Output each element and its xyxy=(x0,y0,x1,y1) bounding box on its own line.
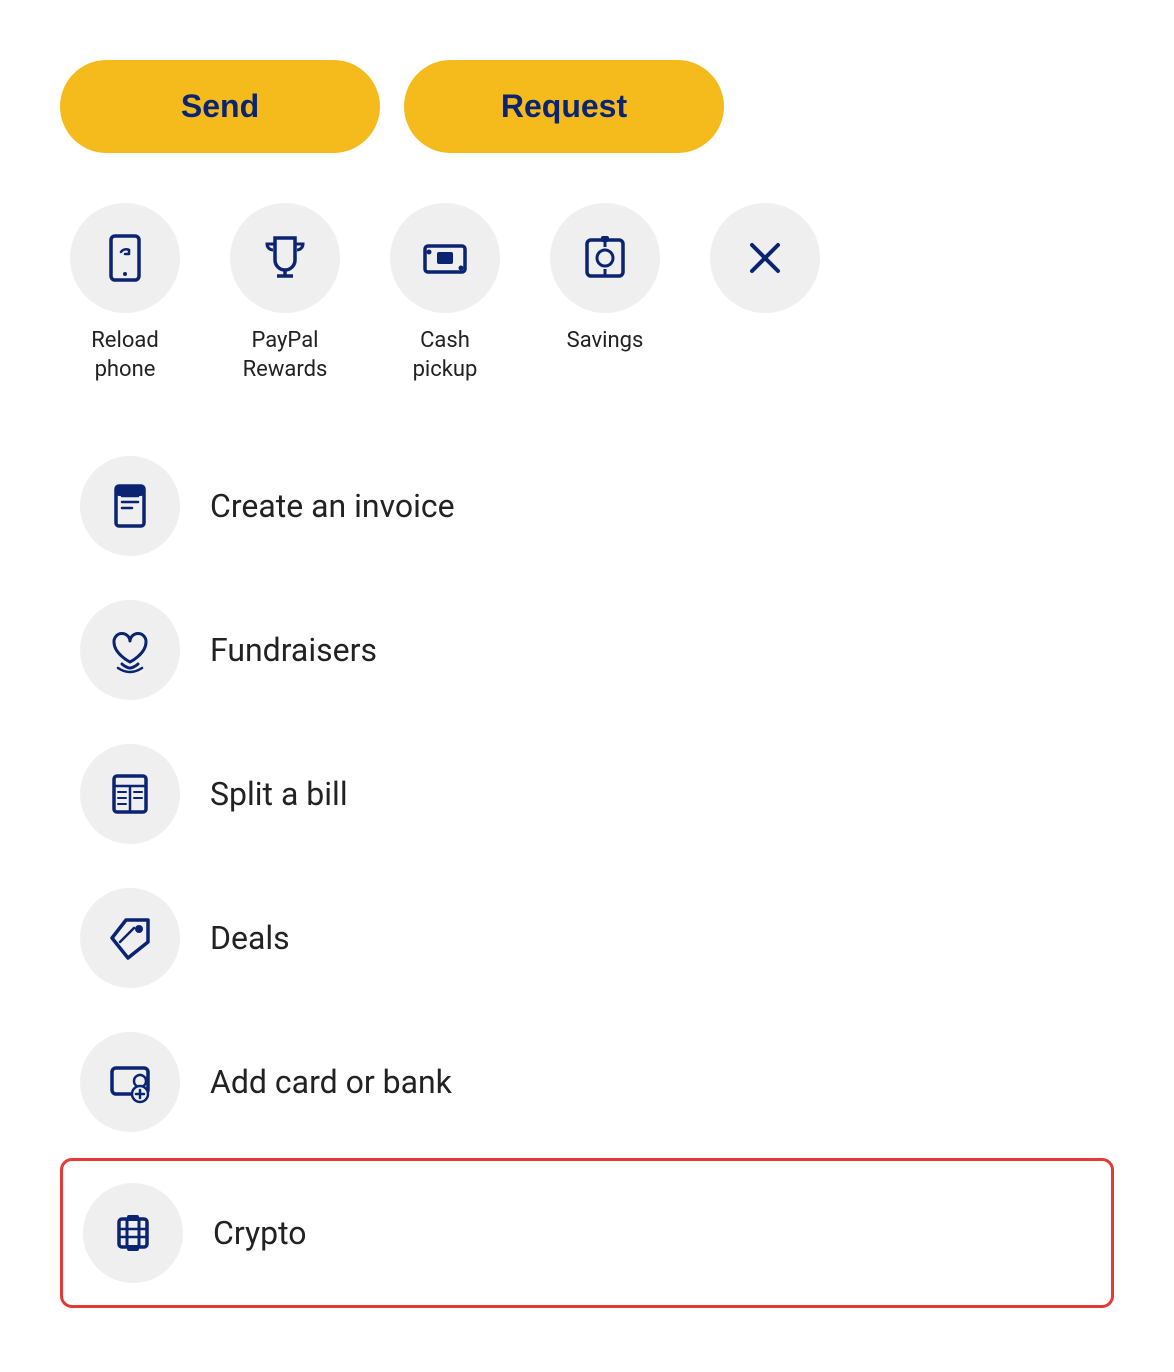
split-bill-icon xyxy=(106,770,154,818)
invoice-icon-circle xyxy=(80,456,180,556)
request-button[interactable]: Request xyxy=(404,60,724,153)
menu-item-deals[interactable]: Deals xyxy=(60,866,1114,1010)
close-icon xyxy=(742,235,788,281)
cash-pickup-label: Cashpickup xyxy=(413,327,478,384)
cash-pickup-icon-circle xyxy=(390,203,500,313)
add-card-bank-label: Add card or bank xyxy=(210,1063,452,1101)
create-invoice-label: Create an invoice xyxy=(210,487,455,525)
menu-list: Create an invoice Fundraisers xyxy=(60,434,1114,1312)
fundraisers-label: Fundraisers xyxy=(210,631,377,669)
menu-item-add-card-bank[interactable]: Add card or bank xyxy=(60,1010,1114,1154)
paypal-rewards-label: PayPalRewards xyxy=(243,327,328,384)
fundraisers-icon-circle xyxy=(80,600,180,700)
reload-phone-icon xyxy=(99,232,151,284)
split-bill-label: Split a bill xyxy=(210,775,348,813)
cash-pickup-icon xyxy=(419,232,471,284)
crypto-icon-circle xyxy=(83,1183,183,1283)
fundraisers-icon xyxy=(106,626,154,674)
paypal-rewards-icon-circle xyxy=(230,203,340,313)
quick-actions-row: Reloadphone PayPalRewards Cashpickup xyxy=(60,203,1114,384)
split-bill-icon-circle xyxy=(80,744,180,844)
invoice-icon xyxy=(106,482,154,530)
menu-item-split-bill[interactable]: Split a bill xyxy=(60,722,1114,866)
quick-action-reload-phone[interactable]: Reloadphone xyxy=(60,203,190,384)
add-card-icon-circle xyxy=(80,1032,180,1132)
crypto-label: Crypto xyxy=(213,1214,306,1252)
quick-action-cash-pickup[interactable]: Cashpickup xyxy=(380,203,510,384)
deals-icon-circle xyxy=(80,888,180,988)
quick-action-close[interactable] xyxy=(700,203,830,313)
savings-icon xyxy=(579,232,631,284)
crypto-icon xyxy=(109,1209,157,1257)
quick-action-paypal-rewards[interactable]: PayPalRewards xyxy=(220,203,350,384)
menu-item-crypto[interactable]: Crypto xyxy=(60,1158,1114,1308)
reload-phone-icon-circle xyxy=(70,203,180,313)
savings-icon-circle xyxy=(550,203,660,313)
menu-item-fundraisers[interactable]: Fundraisers xyxy=(60,578,1114,722)
add-card-bank-icon xyxy=(106,1058,154,1106)
quick-action-savings[interactable]: Savings xyxy=(540,203,670,356)
deals-label: Deals xyxy=(210,919,290,957)
savings-label: Savings xyxy=(567,327,644,356)
deals-icon xyxy=(106,914,154,962)
close-icon-circle xyxy=(710,203,820,313)
top-buttons: Send Request xyxy=(60,60,1114,153)
menu-item-create-invoice[interactable]: Create an invoice xyxy=(60,434,1114,578)
trophy-icon xyxy=(259,232,311,284)
send-button[interactable]: Send xyxy=(60,60,380,153)
reload-phone-label: Reloadphone xyxy=(91,327,159,384)
